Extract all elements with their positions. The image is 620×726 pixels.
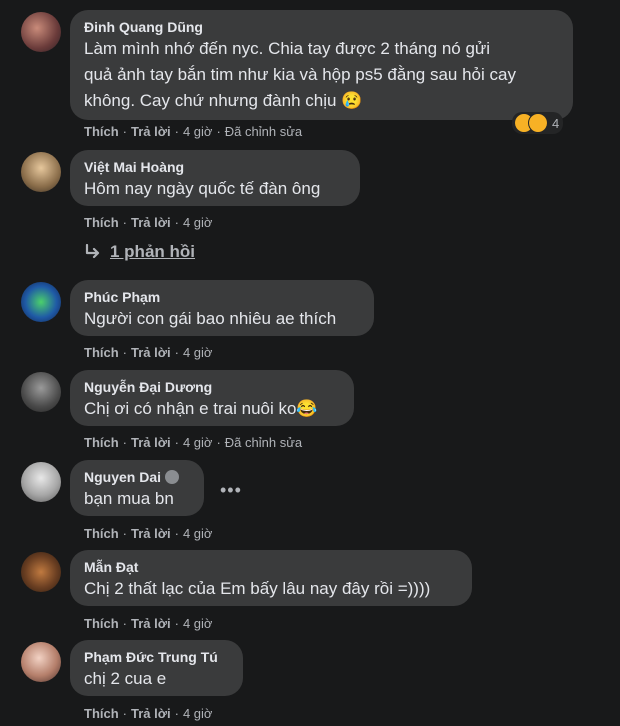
- reply-button[interactable]: Trả lời: [131, 345, 171, 361]
- commenter-name[interactable]: Mẫn Đạt: [84, 558, 460, 576]
- comment-text: chị 2 cua e: [84, 669, 167, 688]
- comment-text: bạn mua bn: [84, 489, 174, 508]
- commenter-name[interactable]: Phúc Phạm: [84, 288, 362, 306]
- comment-bubble: Mẫn Đạt Chị 2 thất lạc của Em bấy lâu na…: [70, 550, 472, 606]
- avatar[interactable]: [21, 12, 61, 52]
- commenter-name[interactable]: Đinh Quang Dũng: [84, 18, 561, 36]
- commenter-name[interactable]: Phạm Đức Trung Tú: [84, 648, 231, 666]
- wow-emoji-icon: [528, 113, 548, 133]
- reaction-count: 4: [552, 115, 560, 131]
- comment-actions: Thích · Trả lời · 4 giờ · Đã chỉnh sửa: [84, 124, 303, 140]
- avatar[interactable]: [21, 642, 61, 682]
- timestamp[interactable]: 4 giờ: [183, 345, 213, 361]
- reply-button[interactable]: Trả lời: [131, 526, 171, 542]
- comment-actions: Thích · Trả lời · 4 giờ: [84, 616, 213, 632]
- avatar[interactable]: [21, 152, 61, 192]
- reaction-summary[interactable]: 4: [512, 112, 564, 134]
- comment-actions: Thích · Trả lời · 4 giờ: [84, 215, 213, 231]
- like-button[interactable]: Thích: [84, 124, 119, 140]
- comment-bubble: Phúc Phạm Người con gái bao nhiêu ae thí…: [70, 280, 374, 336]
- timestamp[interactable]: 4 giờ: [183, 616, 213, 632]
- reply-arrow-icon: [85, 244, 100, 259]
- comment-actions: Thích · Trả lời · 4 giờ · Đã chỉnh sửa: [84, 435, 303, 451]
- commenter-name[interactable]: Nguyen Dai: [84, 468, 192, 486]
- more-options-button[interactable]: •••: [220, 480, 242, 501]
- replies-count-label: 1 phản hồi: [110, 242, 195, 261]
- avatar[interactable]: [21, 552, 61, 592]
- comment-text: Làm mình nhớ đến nyc. Chia tay được 2 th…: [84, 39, 516, 110]
- comment-text: Chị 2 thất lạc của Em bấy lâu nay đây rồ…: [84, 579, 431, 598]
- comment-bubble: Đinh Quang Dũng Làm mình nhớ đến nyc. Ch…: [70, 10, 573, 120]
- avatar[interactable]: [21, 372, 61, 412]
- like-button[interactable]: Thích: [84, 345, 119, 361]
- like-button[interactable]: Thích: [84, 435, 119, 451]
- comment-actions: Thích · Trả lời · 4 giờ: [84, 345, 213, 361]
- comment-text: Hôm nay ngày quốc tế đàn ông: [84, 179, 321, 198]
- timestamp[interactable]: 4 giờ: [183, 706, 213, 722]
- like-button[interactable]: Thích: [84, 616, 119, 632]
- comment-text: Chị ơi có nhận e trai nuôi ko😂: [84, 399, 318, 418]
- timestamp[interactable]: 4 giờ: [183, 435, 213, 451]
- edited-label: Đã chỉnh sửa: [224, 435, 303, 450]
- reply-button[interactable]: Trả lời: [131, 706, 171, 722]
- reply-button[interactable]: Trả lời: [131, 124, 171, 140]
- reply-button[interactable]: Trả lời: [131, 616, 171, 632]
- comment-bubble: Nguyen Dai bạn mua bn: [70, 460, 204, 516]
- edited-label: Đã chỉnh sửa: [224, 124, 303, 139]
- like-button[interactable]: Thích: [84, 706, 119, 722]
- avatar[interactable]: [21, 282, 61, 322]
- comment-bubble: Việt Mai Hoàng Hôm nay ngày quốc tế đàn …: [70, 150, 360, 206]
- comment-actions: Thích · Trả lời · 4 giờ: [84, 526, 213, 542]
- reply-button[interactable]: Trả lời: [131, 435, 171, 451]
- comment-actions: Thích · Trả lời · 4 giờ: [84, 706, 213, 722]
- view-replies-link[interactable]: 1 phản hồi: [84, 242, 195, 262]
- commenter-name[interactable]: Việt Mai Hoàng: [84, 158, 348, 176]
- wave-hand-icon: [165, 470, 180, 484]
- timestamp[interactable]: 4 giờ: [183, 124, 213, 140]
- like-button[interactable]: Thích: [84, 215, 119, 231]
- avatar[interactable]: [21, 462, 61, 502]
- commenter-name[interactable]: Nguyễn Đại Dương: [84, 378, 342, 396]
- reply-button[interactable]: Trả lời: [131, 215, 171, 231]
- like-button[interactable]: Thích: [84, 526, 119, 542]
- timestamp[interactable]: 4 giờ: [183, 215, 213, 231]
- comment-text: Người con gái bao nhiêu ae thích: [84, 309, 337, 328]
- comment-bubble: Phạm Đức Trung Tú chị 2 cua e: [70, 640, 243, 696]
- timestamp[interactable]: 4 giờ: [183, 526, 213, 542]
- comment-bubble: Nguyễn Đại Dương Chị ơi có nhận e trai n…: [70, 370, 354, 426]
